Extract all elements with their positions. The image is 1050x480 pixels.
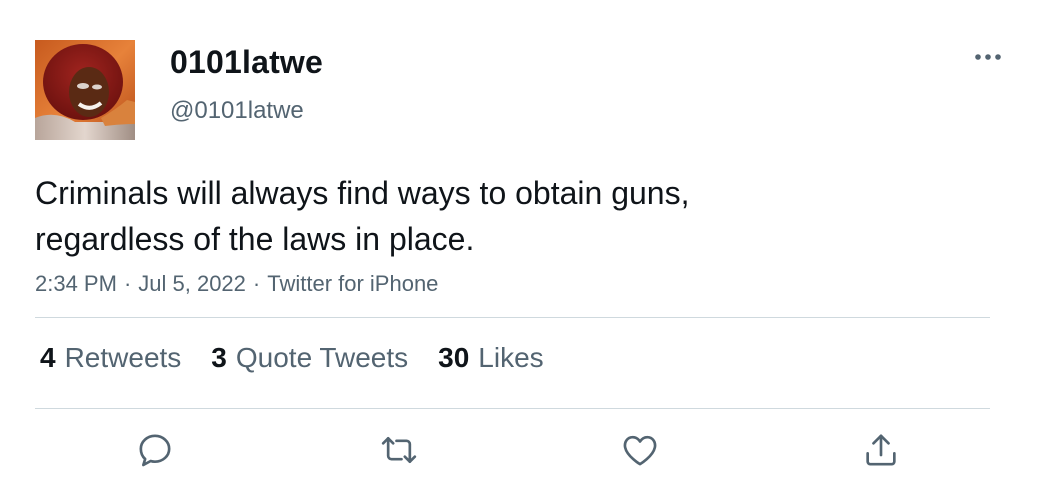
more-horizontal-icon	[975, 54, 1001, 60]
share-icon	[866, 434, 896, 466]
retweets-label: Retweets	[64, 342, 182, 373]
retweets-count: 4	[40, 342, 56, 373]
meta-separator: ·	[123, 271, 132, 296]
retweets-stat[interactable]: 4 Retweets	[40, 342, 181, 374]
tweet-text: Criminals will always find ways to obtai…	[35, 175, 690, 257]
like-button[interactable]	[615, 425, 665, 475]
tweet-actions-bar	[0, 425, 1050, 475]
tweet-source[interactable]: Twitter for iPhone	[267, 271, 438, 297]
meta-separator: ·	[252, 271, 261, 296]
engagement-stats: 4 Retweets 3 Quote Tweets 30 Likes	[40, 342, 574, 374]
quote-tweets-label: Quote Tweets	[235, 342, 409, 373]
more-options-button[interactable]	[968, 42, 1008, 72]
retweet-icon	[381, 437, 417, 463]
tweet-card: 0101latwe @0101latwe Criminals will alwa…	[0, 0, 1050, 480]
divider	[35, 317, 990, 318]
tweet-metadata: 2:34 PM · Jul 5, 2022 · Twitter for iPho…	[35, 271, 438, 297]
reply-bubble-icon	[139, 434, 171, 467]
likes-stat[interactable]: 30 Likes	[438, 342, 544, 374]
tweet-date[interactable]: Jul 5, 2022	[138, 271, 246, 297]
divider	[35, 408, 990, 409]
share-button[interactable]	[856, 425, 906, 475]
likes-count: 30	[438, 342, 470, 373]
avatar[interactable]	[35, 40, 135, 140]
retweet-button[interactable]	[374, 425, 424, 475]
quote-tweets-stat[interactable]: 3 Quote Tweets	[211, 342, 408, 374]
display-name[interactable]: 0101latwe	[170, 44, 323, 81]
heart-icon	[623, 435, 657, 466]
quote-tweets-count: 3	[211, 342, 227, 373]
tweet-time[interactable]: 2:34 PM	[35, 271, 117, 297]
likes-label: Likes	[478, 342, 544, 373]
user-handle[interactable]: @0101latwe	[170, 97, 304, 125]
avatar-image	[35, 40, 135, 140]
reply-button[interactable]	[130, 425, 180, 475]
